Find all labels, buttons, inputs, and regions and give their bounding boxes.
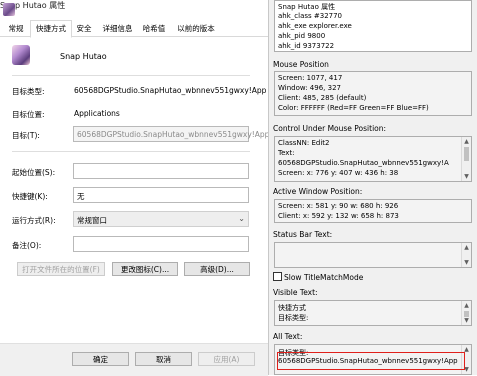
- red-highlight-box: [277, 352, 465, 370]
- mouse-color-line: Color: FFFFFF (Red=FF Green=FF Blue=FF): [278, 104, 429, 112]
- spy-pid-line: ahk_pid 9800: [278, 32, 326, 40]
- comment-field[interactable]: [73, 236, 249, 252]
- ok-button[interactable]: 确定: [72, 352, 129, 366]
- scroll-down-icon[interactable]: ▼: [462, 316, 471, 325]
- target-field[interactable]: 60568DGPStudio.SnapHutao_wbnnev551gwxy!A…: [73, 126, 269, 142]
- separator: [12, 151, 250, 152]
- properties-dialog: Snap Hutao 属性 常规 快捷方式 安全 详细信息 哈希值 以前的版本 …: [0, 0, 269, 376]
- visible-scrollbar[interactable]: ▲ ▼: [461, 301, 471, 325]
- control-heading: Control Under Mouse Position:: [273, 124, 387, 133]
- scroll-down-icon[interactable]: ▼: [462, 172, 471, 181]
- open-file-location-button[interactable]: 打开文件所在的位置(F): [17, 262, 105, 276]
- app-large-icon: [12, 45, 30, 65]
- spy-class-line: ahk_class #32770: [278, 12, 343, 20]
- tab-hashes[interactable]: 哈希值: [137, 22, 171, 36]
- mouse-screen-line: Screen: 1077, 417: [278, 74, 343, 82]
- change-icon-button[interactable]: 更改图标(C)...: [112, 262, 178, 276]
- chevron-down-icon: ⌄: [238, 214, 245, 223]
- active-screen-line: Screen: x: 581 y: 90 w: 680 h: 926: [278, 202, 399, 210]
- window-spy-panel: Snap Hutao 属性 ahk_class #32770 ahk_exe e…: [268, 0, 477, 375]
- all-text-heading: All Text:: [273, 332, 303, 341]
- target-type-label: 目标类型:: [12, 87, 45, 96]
- app-icon: [3, 3, 15, 16]
- status-bar-heading: Status Bar Text:: [273, 230, 333, 239]
- tab-strip: 常规 快捷方式 安全 详细信息 哈希值 以前的版本: [0, 20, 268, 38]
- mouse-position-box[interactable]: Screen: 1077, 417 Window: 496, 327 Clien…: [274, 71, 472, 116]
- cancel-button[interactable]: 取消: [135, 352, 192, 366]
- comment-label: 备注(O):: [12, 241, 42, 250]
- visible-text-heading: Visible Text:: [273, 288, 318, 297]
- target-field-value: 60568DGPStudio.SnapHutao_wbnnev551gwxy!A…: [77, 130, 270, 139]
- separator: [12, 75, 250, 76]
- slow-titlematch-label: Slow TitleMatchMode: [284, 273, 364, 282]
- hotkey-value: 无: [77, 192, 85, 201]
- control-scrollbar[interactable]: ▲ ▼: [461, 137, 471, 181]
- scroll-up-icon[interactable]: ▲: [462, 137, 471, 146]
- tab-previous-versions[interactable]: 以前的版本: [173, 22, 219, 36]
- app-name: Snap Hutao: [60, 52, 107, 61]
- status-scrollbar[interactable]: ▲ ▼: [461, 243, 471, 267]
- start-in-field[interactable]: [73, 163, 249, 179]
- visible-text-box[interactable]: 快捷方式 目标类型: ▲ ▼: [274, 300, 472, 326]
- tab-general[interactable]: 常规: [4, 22, 28, 36]
- control-box[interactable]: ClassNN: Edit2 Text: 60568DGPStudio.Snap…: [274, 136, 472, 182]
- scroll-thumb[interactable]: [464, 147, 469, 161]
- dialog-footer: 确定 取消 应用(A): [0, 343, 268, 376]
- active-window-heading: Active Window Position:: [273, 187, 363, 196]
- run-dropdown[interactable]: 常规窗口 ⌄: [73, 211, 249, 227]
- run-label: 运行方式(R):: [12, 216, 56, 225]
- visible-text-line: 目标类型:: [278, 314, 309, 322]
- control-text-label-line: Text:: [278, 149, 295, 157]
- control-screen-line: Screen: x: 776 y: 407 w: 436 h: 38: [278, 169, 399, 177]
- target-location-label: 目标位置:: [12, 110, 45, 119]
- status-bar-box[interactable]: ▲ ▼: [274, 242, 472, 268]
- active-window-box[interactable]: Screen: x: 581 y: 90 w: 680 h: 926 Clien…: [274, 199, 472, 223]
- start-in-label: 起始位置(S):: [12, 168, 56, 177]
- control-classnn-line: ClassNN: Edit2: [278, 139, 330, 147]
- mouse-client-line: Client: 485, 285 (default): [278, 94, 367, 102]
- mouse-position-heading: Mouse Position: [273, 60, 329, 69]
- scroll-down-icon[interactable]: ▼: [462, 258, 471, 267]
- control-text-line: 60568DGPStudio.SnapHutao_wbnnev551gwxy!A: [278, 159, 449, 167]
- advanced-button[interactable]: 高级(D)...: [184, 262, 250, 276]
- hotkey-field[interactable]: 无: [73, 187, 249, 203]
- spy-title-line: Snap Hutao 属性: [278, 3, 336, 11]
- hotkey-label: 快捷键(K):: [12, 192, 48, 201]
- apply-button[interactable]: 应用(A): [198, 352, 255, 366]
- scroll-up-icon[interactable]: ▲: [462, 301, 471, 310]
- tab-security[interactable]: 安全: [72, 22, 96, 36]
- title-bar: Snap Hutao 属性: [0, 0, 268, 20]
- tab-details[interactable]: 详细信息: [99, 22, 136, 36]
- target-label: 目标(T):: [12, 131, 40, 140]
- active-client-line: Client: x: 592 y: 132 w: 658 h: 873: [278, 212, 399, 220]
- scroll-up-icon[interactable]: ▲: [462, 243, 471, 252]
- spy-exe-line: ahk_exe explorer.exe: [278, 22, 352, 30]
- slow-titlematch-checkbox[interactable]: [273, 272, 282, 281]
- visible-text-line: 快捷方式: [278, 304, 306, 312]
- window-title: Snap Hutao 属性: [0, 1, 66, 10]
- run-value: 常规窗口: [77, 216, 107, 225]
- target-location-value: Applications: [74, 109, 120, 118]
- window-title-box[interactable]: Snap Hutao 属性 ahk_class #32770 ahk_exe e…: [274, 0, 472, 52]
- tab-shortcut[interactable]: 快捷方式: [30, 20, 72, 38]
- spy-id-line: ahk_id 9373722: [278, 42, 335, 50]
- mouse-window-line: Window: 496, 327: [278, 84, 341, 92]
- target-type-value: 60568DGPStudio.SnapHutao_wbnnev551gwxy!A…: [74, 86, 267, 95]
